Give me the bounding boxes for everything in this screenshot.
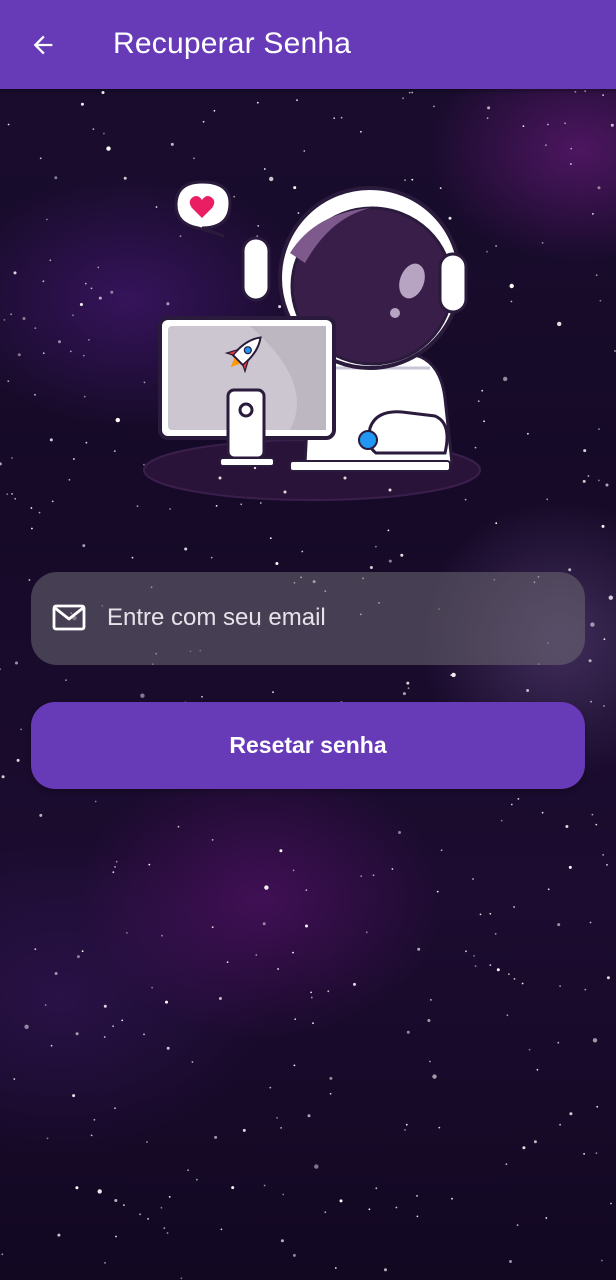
reset-password-button[interactable]: Resetar senha — [31, 702, 585, 789]
screen: Recuperar Senha Entre com seu email Rese… — [0, 0, 616, 1280]
back-button[interactable] — [20, 22, 66, 68]
arrow-left-icon — [33, 35, 53, 55]
heart-bubble — [174, 180, 232, 238]
email-input[interactable] — [107, 596, 557, 640]
page-title: Recuperar Senha — [113, 27, 352, 60]
app-bar: Recuperar Senha — [0, 0, 616, 89]
astronaut-illustration — [143, 180, 481, 501]
mail-icon — [52, 604, 86, 631]
